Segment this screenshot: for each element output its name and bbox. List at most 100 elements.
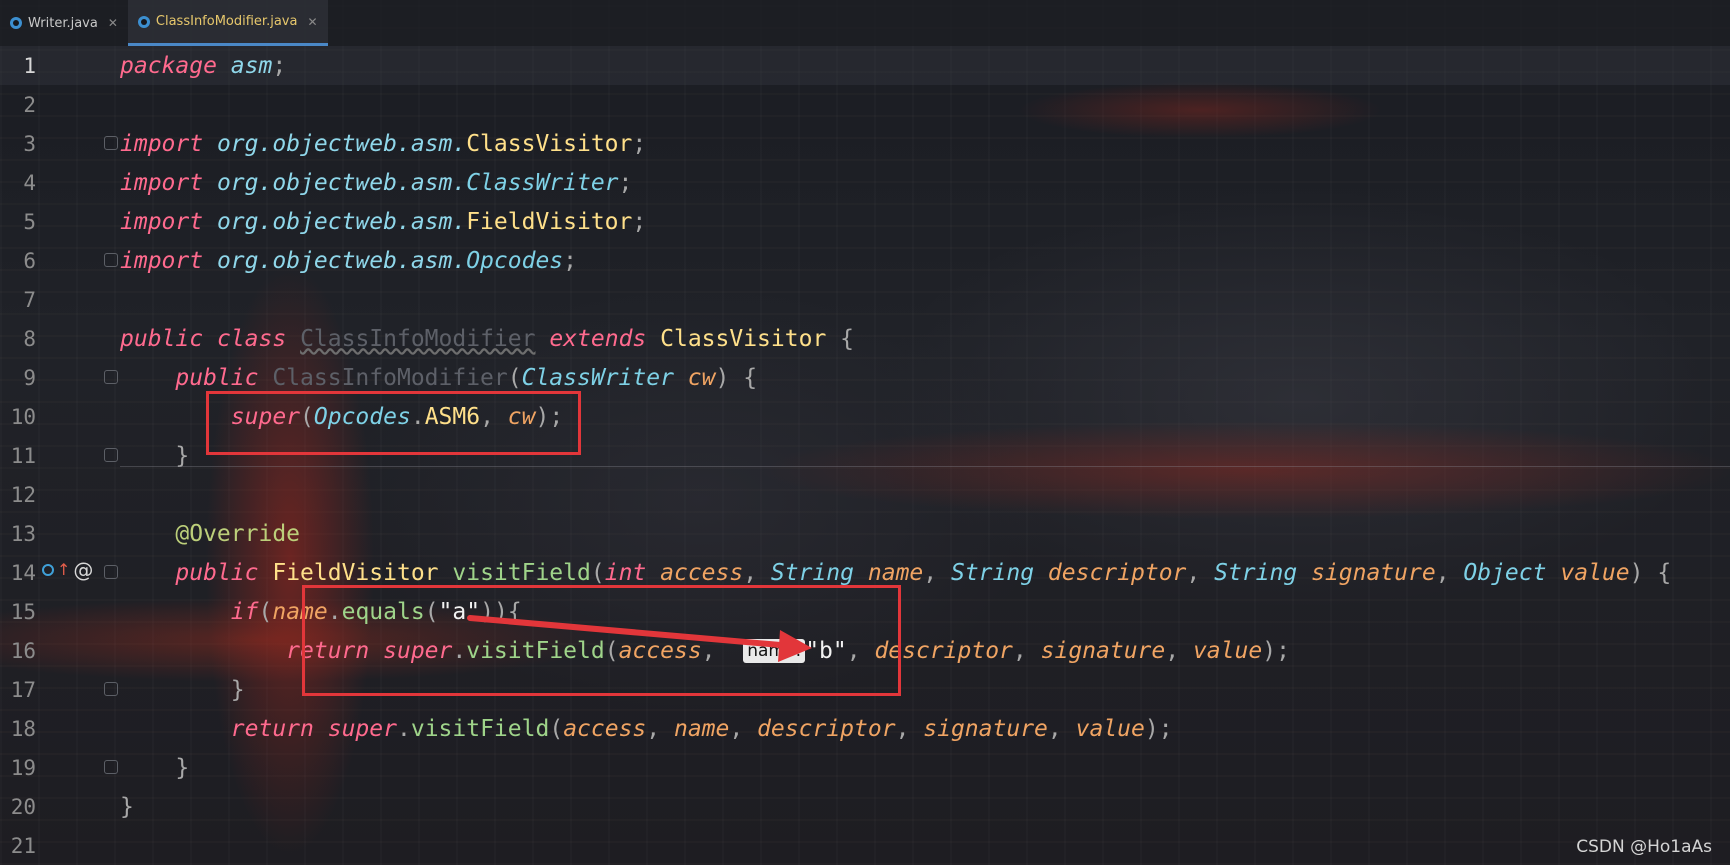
punctuation: } <box>175 754 190 781</box>
fold-icon[interactable] <box>104 682 118 696</box>
line-number: 20 <box>10 794 36 819</box>
tab-label: ClassInfoModifier.java <box>155 14 298 29</box>
class-name: Opcodes <box>466 247 564 274</box>
keyword: public <box>120 325 204 352</box>
code-line-8[interactable]: 8 public class ClassInfoModifier extends… <box>0 319 1730 358</box>
variable: value <box>1192 637 1263 664</box>
package-name: org.objectweb.asm. <box>216 130 467 157</box>
punctuation: } <box>120 793 134 820</box>
code-editor[interactable]: 1 package asm; 2 3 import org.objectweb.… <box>0 46 1730 865</box>
punctuation: ; <box>1276 637 1290 664</box>
parameter: access <box>660 559 744 586</box>
line-number: 19 <box>10 755 36 780</box>
class-name: ClassInfoModifier <box>300 325 536 352</box>
punctuation: ( <box>507 364 522 391</box>
code-line-7[interactable]: 7 <box>0 280 1730 319</box>
keyword: public <box>175 559 259 586</box>
punctuation: { <box>840 325 855 352</box>
punctuation: , <box>743 559 771 586</box>
punctuation: , <box>646 715 674 742</box>
parameter: descriptor <box>1047 559 1187 586</box>
code-line-12[interactable]: 12 <box>0 475 1730 514</box>
punctuation: , <box>1012 637 1041 664</box>
line-number: 5 <box>23 209 36 234</box>
keyword: import <box>120 169 204 196</box>
variable: name <box>673 715 730 742</box>
keyword: import <box>120 130 204 157</box>
code-line-19[interactable]: 19 } <box>0 748 1730 787</box>
type-name: String <box>950 559 1035 586</box>
method-name: visitField <box>410 715 550 742</box>
punctuation: , <box>1047 715 1076 742</box>
punctuation: ; <box>618 169 633 196</box>
class-name: ClassWriter <box>466 169 619 196</box>
parameter: cw <box>687 364 716 391</box>
highlight-box-field-rename <box>302 585 901 696</box>
fold-icon[interactable] <box>104 760 118 774</box>
code-line-2[interactable]: 2 <box>0 85 1730 124</box>
type-name: Object <box>1463 559 1547 586</box>
punctuation: } <box>230 676 245 703</box>
punctuation: ( <box>590 559 605 586</box>
fold-icon[interactable] <box>104 136 118 150</box>
line-number: 14 <box>10 560 36 585</box>
code-line-13[interactable]: 13 @Override <box>0 514 1730 553</box>
line-number: 1 <box>23 53 36 78</box>
line-number: 2 <box>23 92 36 117</box>
code-line-20[interactable]: 20 } <box>0 787 1730 826</box>
punctuation: } <box>175 442 190 469</box>
fold-icon[interactable] <box>104 448 118 462</box>
close-icon[interactable]: ✕ <box>108 16 118 30</box>
keyword: return <box>230 715 314 742</box>
code-line-18[interactable]: 18 return super.visitField(access, name,… <box>0 709 1730 748</box>
override-icon[interactable] <box>42 564 54 576</box>
punctuation: ) <box>715 364 730 391</box>
tab-writer-java[interactable]: Writer.java ✕ <box>0 0 128 46</box>
punctuation: , <box>1435 559 1464 586</box>
punctuation: ; <box>1158 715 1173 742</box>
method-separator <box>120 466 1730 467</box>
code-line-4[interactable]: 4 import org.objectweb.asm.ClassWriter; <box>0 163 1730 202</box>
at-sign-icon[interactable]: @ <box>73 558 93 582</box>
java-class-icon <box>137 15 150 28</box>
punctuation: , <box>923 559 951 586</box>
punctuation: ) <box>1262 637 1277 664</box>
punctuation: ( <box>258 598 273 625</box>
punctuation: { <box>1657 559 1672 586</box>
class-name: ClassVisitor <box>660 325 827 352</box>
watermark: CSDN @Ho1aAs <box>1576 837 1712 857</box>
code-line-5[interactable]: 5 import org.objectweb.asm.FieldVisitor; <box>0 202 1730 241</box>
close-icon[interactable]: ✕ <box>307 15 317 29</box>
code-line-3[interactable]: 3 import org.objectweb.asm.ClassVisitor; <box>0 124 1730 163</box>
type-name: FieldVisitor <box>272 559 439 586</box>
punctuation: ; <box>632 130 647 157</box>
keyword: import <box>120 208 204 235</box>
punctuation: , <box>1165 637 1193 664</box>
fold-icon[interactable] <box>104 253 118 267</box>
keyword: if <box>230 598 259 625</box>
package-name: asm <box>230 52 273 79</box>
line-number: 9 <box>23 365 36 390</box>
constructor-name: ClassInfoModifier <box>272 364 508 391</box>
tab-label: Writer.java <box>28 15 98 31</box>
punctuation: . <box>396 715 411 742</box>
fold-icon[interactable] <box>104 370 118 384</box>
code-line-21[interactable]: 21 <box>0 826 1730 865</box>
code-line-6[interactable]: 6 import org.objectweb.asm.Opcodes; <box>0 241 1730 280</box>
class-name: FieldVisitor <box>466 208 633 235</box>
line-number: 12 <box>10 482 36 507</box>
line-number: 13 <box>10 521 36 546</box>
tab-classinfomodifier-java[interactable]: ClassInfoModifier.java ✕ <box>127 0 328 46</box>
arrow-up-icon[interactable]: ↑ <box>57 562 70 578</box>
keyword: public <box>175 364 259 391</box>
package-name: org.objectweb.asm. <box>216 208 467 235</box>
punctuation: ; <box>272 52 287 79</box>
method-name: visitField <box>452 559 591 586</box>
code-line-1[interactable]: 1 package asm; <box>0 46 1730 85</box>
line-number: 8 <box>23 326 36 351</box>
line-number: 18 <box>10 716 36 741</box>
fold-icon[interactable] <box>104 565 118 579</box>
keyword: package <box>120 52 217 79</box>
line-number: 7 <box>23 287 36 312</box>
line-number: 11 <box>10 443 36 468</box>
